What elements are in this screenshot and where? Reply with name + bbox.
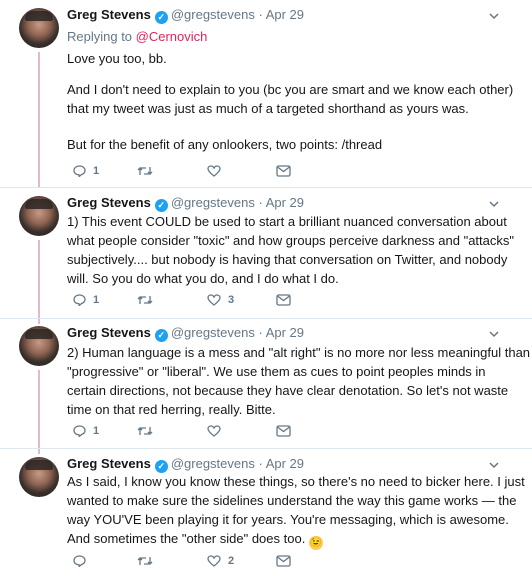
tweet-text-line: As I said, I know you know these things,…: [67, 474, 525, 489]
like-button[interactable]: 2: [207, 553, 234, 569]
like-button[interactable]: 3: [207, 292, 234, 308]
tweet-text-line: And I don't need to explain to you (bc y…: [67, 82, 514, 97]
tweet-header: Greg Stevens ✓ @gregstevens · Apr 29: [67, 195, 304, 212]
reply-count: 1: [93, 425, 100, 437]
avatar[interactable]: [19, 8, 59, 48]
tweet-header: Greg Stevens ✓ @gregstevens · Apr 29: [67, 7, 304, 24]
author-handle[interactable]: @gregstevens: [171, 456, 255, 471]
reply-icon: [73, 165, 86, 177]
mention-link[interactable]: @Cernovich: [136, 29, 208, 44]
tweet-text-line-with-emoji: And sometimes the "other side" does too.…: [67, 529, 323, 550]
tweet-text-line: And sometimes the "other side" does too.: [67, 531, 306, 546]
meta-separator: ·: [254, 325, 266, 340]
chevron-down-icon[interactable]: [488, 11, 500, 21]
retweet-button[interactable]: [137, 423, 160, 439]
direct-message-button[interactable]: [276, 163, 291, 179]
envelope-icon: [276, 165, 291, 177]
tweet-text-line: "progressive" or "liberal". We use them …: [67, 364, 486, 379]
author-name[interactable]: Greg Stevens: [67, 7, 151, 22]
author-name[interactable]: Greg Stevens: [67, 456, 151, 471]
wink-emoji-icon: 😉: [308, 536, 323, 550]
tweet-header: Greg Stevens ✓ @gregstevens · Apr 29: [67, 325, 304, 342]
tweet-text-line: Love you too, bb.: [67, 51, 167, 66]
author-name[interactable]: Greg Stevens: [67, 195, 151, 210]
verified-badge-icon: ✓: [154, 329, 168, 342]
reply-button[interactable]: 1: [73, 292, 99, 308]
direct-message-button[interactable]: [276, 423, 291, 439]
tweet-text-line: way YOU'VE been playing it for years. Yo…: [67, 512, 509, 527]
tweet[interactable]: Greg Stevens ✓ @gregstevens · Apr 29 2) Hu…: [0, 319, 532, 448]
tweet-text-line: wanted to make sure the sidelines unders…: [67, 493, 517, 508]
retweet-button[interactable]: [137, 553, 160, 569]
chevron-down-icon[interactable]: [488, 199, 500, 209]
author-handle[interactable]: @gregstevens: [171, 325, 255, 340]
author-handle[interactable]: @gregstevens: [171, 195, 255, 210]
tweet-date[interactable]: Apr 29: [266, 7, 304, 22]
tweet-text-line: that my tweet was just as much of a targ…: [67, 101, 469, 116]
envelope-icon: [276, 555, 291, 567]
direct-message-button[interactable]: [276, 553, 291, 569]
meta-separator: ·: [254, 195, 266, 210]
chevron-down-icon[interactable]: [488, 329, 500, 339]
reply-count: 1: [93, 165, 100, 177]
retweet-button[interactable]: [137, 292, 160, 308]
like-button[interactable]: [207, 163, 228, 179]
tweet-text-line: certain directions, not because they hav…: [67, 383, 509, 398]
tweet[interactable]: Greg Stevens ✓ @gregstevens · Apr 29 Reply…: [0, 0, 532, 187]
tweet-text-line: what people consider "toxic" and how gro…: [67, 233, 514, 248]
author-name[interactable]: Greg Stevens: [67, 325, 151, 340]
retweet-icon: [137, 427, 153, 435]
tweet-date[interactable]: Apr 29: [266, 325, 304, 340]
tweet-text-line: 1) This event COULD be used to start a b…: [67, 214, 507, 229]
meta-separator: ·: [254, 7, 266, 22]
heart-icon: [207, 165, 221, 177]
retweet-icon: [137, 296, 153, 304]
retweet-button[interactable]: [137, 163, 160, 179]
like-count: 3: [228, 294, 235, 306]
tweet-text-line: 2) Human language is a mess and "alt rig…: [67, 345, 531, 360]
tweet-text-line: But for the benefit of any onlookers, tw…: [67, 137, 383, 152]
verified-badge-icon: ✓: [154, 199, 168, 212]
chevron-down-icon[interactable]: [488, 460, 500, 470]
reply-button[interactable]: 1: [73, 163, 99, 179]
retweet-icon: [137, 167, 153, 175]
reply-count: 1: [93, 294, 100, 306]
envelope-icon: [276, 425, 291, 437]
reply-icon: [73, 294, 86, 306]
avatar[interactable]: [19, 457, 59, 497]
tweet-date[interactable]: Apr 29: [266, 456, 304, 471]
tweet-text-line: will. So you do what you do, and I do wh…: [67, 271, 339, 286]
tweet[interactable]: Greg Stevens ✓ @gregstevens · Apr 29 1) Th…: [0, 188, 532, 318]
envelope-icon: [276, 294, 291, 306]
verified-badge-icon: ✓: [154, 11, 168, 24]
like-count: 2: [228, 555, 235, 567]
reply-icon: [73, 425, 86, 437]
tweet[interactable]: Greg Stevens ✓ @gregstevens · Apr 29 As I …: [0, 449, 532, 576]
heart-icon: [207, 294, 221, 306]
heart-icon: [207, 555, 221, 567]
reply-button[interactable]: 1: [73, 423, 99, 439]
reply-button[interactable]: [73, 553, 93, 569]
avatar[interactable]: [19, 196, 59, 236]
tweet-date[interactable]: Apr 29: [266, 195, 304, 210]
heart-icon: [207, 425, 221, 437]
tweet-thread: Greg Stevens ✓ @gregstevens · Apr 29 Reply…: [0, 0, 532, 576]
retweet-icon: [137, 557, 153, 565]
tweet-header: Greg Stevens ✓ @gregstevens · Apr 29: [67, 456, 304, 473]
replying-to-label: Replying to: [67, 29, 136, 44]
avatar[interactable]: [19, 326, 59, 366]
tweet-text-line: subjectively.... but nobody is having th…: [67, 252, 508, 267]
author-handle[interactable]: @gregstevens: [171, 7, 255, 22]
reply-icon: [73, 555, 86, 567]
replying-to: Replying to @Cernovich: [67, 29, 207, 45]
meta-separator: ·: [254, 456, 266, 471]
direct-message-button[interactable]: [276, 292, 291, 308]
tweet-text-line: time on that red herring, really. Bitte.: [67, 402, 276, 417]
like-button[interactable]: [207, 423, 228, 439]
